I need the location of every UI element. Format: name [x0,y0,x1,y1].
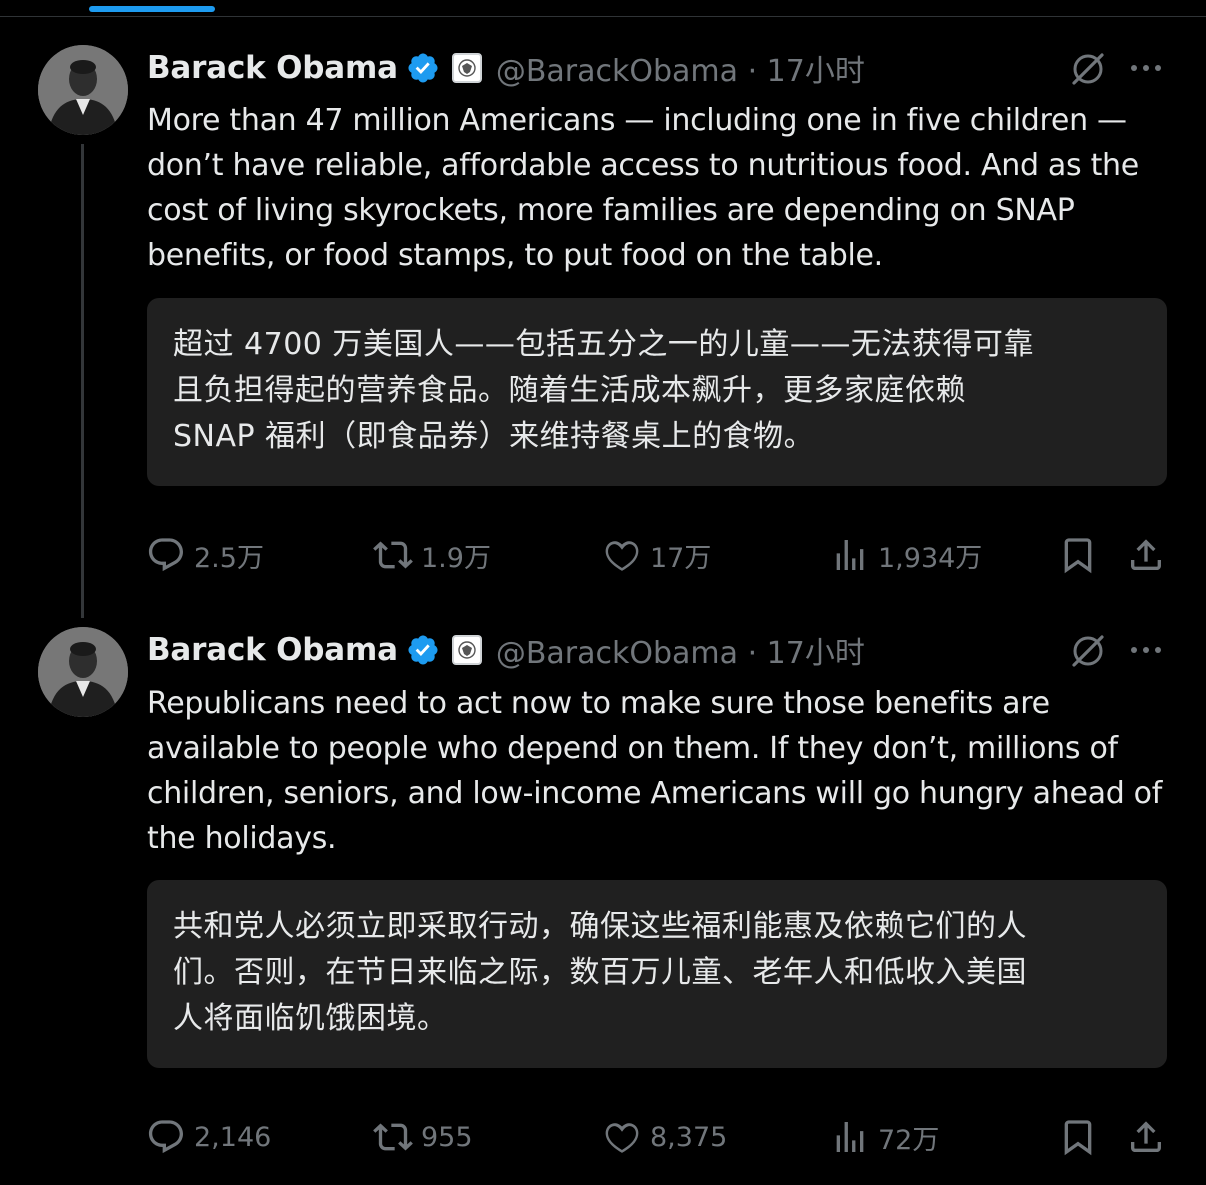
translation-box: 超过 4700 万美国人——包括五分之一的儿童——无法获得可靠 且负担得起的营养… [147,298,1167,486]
bookmark-button[interactable] [1058,1112,1098,1162]
active-tab-indicator [89,6,215,12]
repost-icon [373,1123,413,1151]
top-divider [0,16,1206,17]
translation-line: 们。否则，在节日来临之际，数百万儿童、老年人和低收入美国 [173,955,1027,990]
timestamp[interactable]: 17小时 [767,636,865,671]
translation-line: SNAP 福利（即食品券）来维持餐桌上的食物。 [173,419,815,454]
timeline: Barack Obama @BarackObama · 17小时 More th… [0,0,1206,1185]
share-button[interactable] [1126,1112,1166,1162]
repost-button[interactable]: 955 [373,1112,473,1162]
views-count: 1,934万 [878,542,983,574]
action-bar: 2,146 955 8,375 72万 [0,1112,1206,1162]
like-button[interactable]: 17万 [602,530,711,580]
grok-icon[interactable] [1068,48,1108,88]
views-icon [836,1122,864,1152]
verified-badge-icon [406,633,440,667]
more-icon[interactable] [1128,630,1164,670]
share-icon [1131,539,1161,570]
views-count: 72万 [878,1124,940,1156]
tweet-header: Barack Obama @BarackObama · 17小时 [147,630,865,671]
tweet-text: Republicans need to act now to make sure… [147,686,1162,856]
handle[interactable]: @BarackObama [496,636,738,671]
repost-count: 955 [421,1121,473,1153]
timestamp[interactable]: 17小时 [767,54,865,89]
reply-icon [148,538,183,572]
handle-and-time: @BarackObama · 17小时 [495,636,865,671]
handle[interactable]: @BarackObama [496,54,738,89]
bookmark-icon [1064,538,1092,574]
verified-badge-icon [406,51,440,85]
reply-button[interactable]: 2,146 [146,1112,271,1162]
government-seal-icon [451,635,482,665]
like-icon [605,541,639,571]
reply-count: 2.5万 [194,542,264,574]
reply-count: 2,146 [194,1121,272,1153]
government-seal-icon [451,53,482,83]
display-name[interactable]: Barack Obama [147,632,398,668]
translation-line: 且负担得起的营养食品。随着生活成本飙升，更多家庭依赖 [173,373,966,408]
translation-line: 共和党人必须立即采取行动，确保这些福利能惠及依赖它们的人 [173,909,1027,944]
views-icon [836,540,864,570]
more-icon[interactable] [1128,48,1164,88]
grok-icon[interactable] [1068,630,1108,670]
translation-box: 共和党人必须立即采取行动，确保这些福利能惠及依赖它们的人 们。否则，在节日来临之… [147,880,1167,1068]
tweet-text: More than 47 million Americans — includi… [147,103,1139,273]
reply-button[interactable]: 2.5万 [146,530,264,580]
share-button[interactable] [1126,530,1166,580]
display-name[interactable]: Barack Obama [147,50,398,86]
avatar[interactable] [38,45,128,135]
repost-count: 1.9万 [421,542,491,574]
like-count: 8,375 [650,1121,728,1153]
repost-icon [373,541,413,569]
handle-and-time: @BarackObama · 17小时 [495,54,865,89]
avatar[interactable] [38,627,128,717]
like-count: 17万 [650,542,712,574]
share-icon [1131,1121,1161,1152]
bookmark-button[interactable] [1058,530,1098,580]
reply-icon [148,1120,183,1154]
bookmark-icon [1064,1120,1092,1156]
views-button[interactable]: 1,934万 [830,530,982,580]
translation-line: 超过 4700 万美国人——包括五分之一的儿童——无法获得可靠 [173,327,1034,362]
like-button[interactable]: 8,375 [602,1112,727,1162]
repost-button[interactable]: 1.9万 [373,530,491,580]
action-bar: 2.5万 1.9万 17万 1,934万 [0,530,1206,580]
views-button[interactable]: 72万 [830,1112,939,1162]
like-icon [605,1123,639,1153]
tweet-header: Barack Obama @BarackObama · 17小时 [147,48,865,89]
translation-line: 人将面临饥饿困境。 [173,1001,448,1036]
